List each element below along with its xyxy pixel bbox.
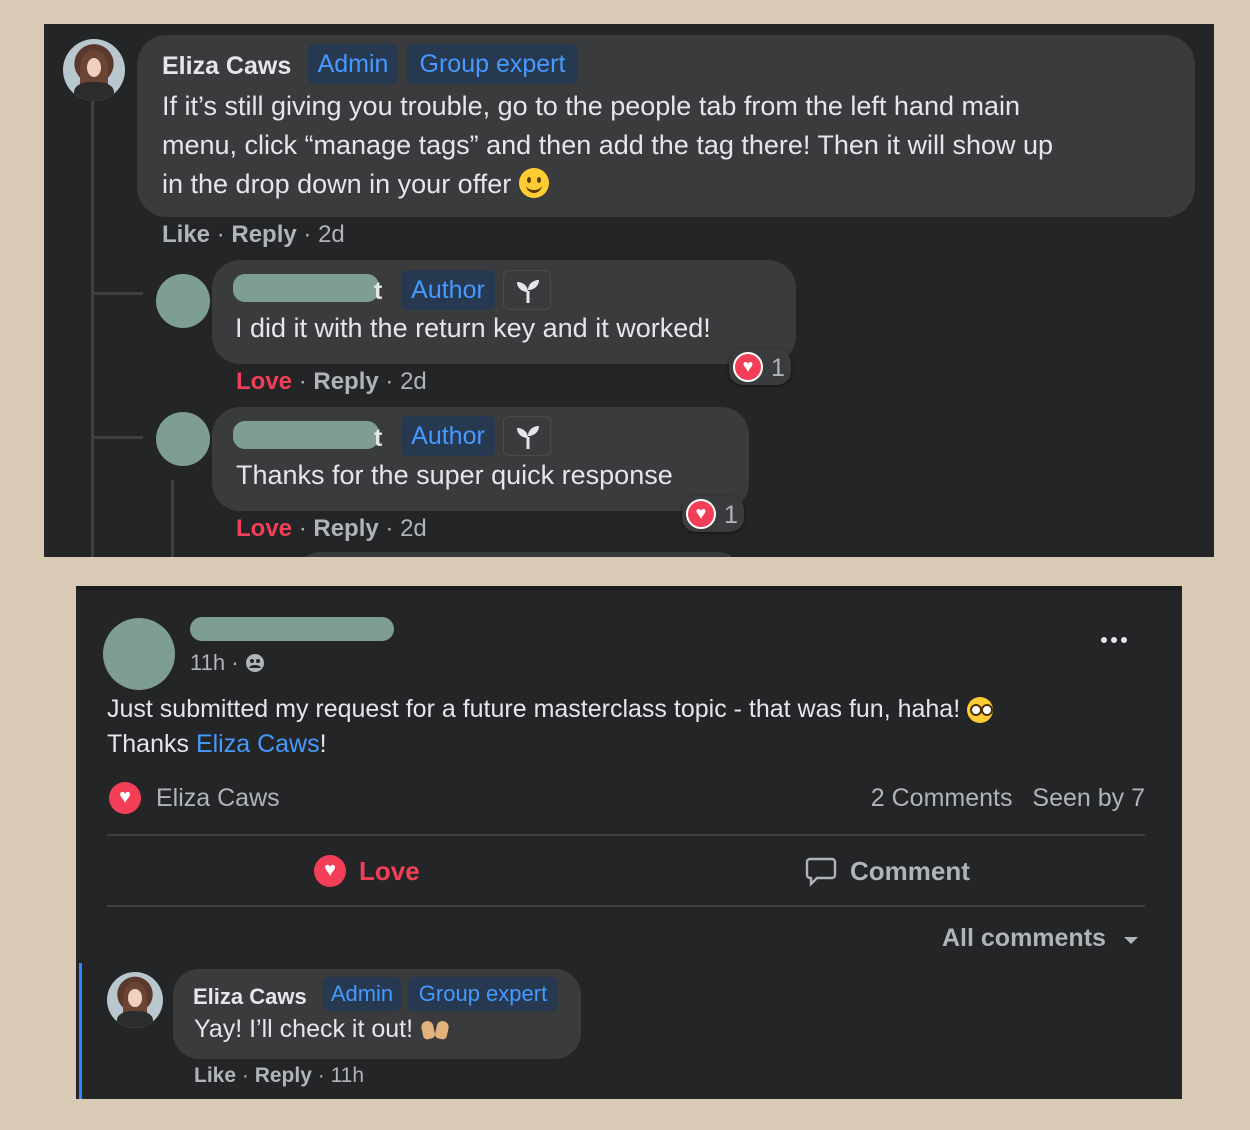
love-reaction-icon [733, 352, 763, 382]
reply-button[interactable]: Reply [313, 368, 378, 395]
reply-button[interactable]: Reply [255, 1064, 312, 1087]
love-action-button[interactable]: Love [312, 852, 462, 892]
reply-bubble: t Author Thanks for the super quick resp… [212, 407, 749, 511]
love-reaction-icon [686, 499, 716, 529]
reply-actions: Love · Reply · 2d [236, 515, 427, 542]
reply-time[interactable]: 2d [400, 368, 427, 395]
avatar[interactable] [156, 274, 210, 328]
reply-bubble: t Author I did it with the return key an… [212, 260, 796, 364]
like-button[interactable]: Like [162, 221, 210, 248]
nerd-face-emoji-icon [967, 697, 994, 723]
comment-actions: Like · Reply · 11h [194, 1064, 365, 1087]
seen-by[interactable]: Seen by 7 [1032, 784, 1145, 812]
sprout-icon [503, 416, 551, 456]
comment-author[interactable]: Eliza Caws [193, 984, 307, 1010]
author-badge: Author [401, 416, 495, 456]
avatar[interactable] [63, 39, 125, 101]
reply-author-suffix[interactable]: t [374, 277, 382, 306]
avatar[interactable] [103, 618, 175, 690]
divider [107, 905, 1145, 907]
love-button[interactable]: Love [236, 515, 292, 542]
mention-link[interactable]: Eliza Caws [196, 730, 320, 758]
group-icon [245, 653, 265, 679]
avatar[interactable] [107, 972, 163, 1028]
group-expert-badge: Group expert [408, 977, 558, 1011]
smile-emoji-icon [518, 168, 549, 198]
admin-badge: Admin [323, 977, 401, 1011]
reply-text: Thanks for the super quick response [236, 460, 673, 490]
raising-hands-emoji-icon [420, 1019, 450, 1041]
comment-time[interactable]: 11h [331, 1064, 364, 1087]
reply-button[interactable]: Reply [231, 221, 296, 248]
new-comment-indicator [79, 963, 82, 1099]
comment-text: Yay! I’ll check it out! [194, 1015, 450, 1044]
more-dots-icon[interactable] [1098, 632, 1130, 648]
reply-time[interactable]: 2d [400, 515, 427, 542]
sprout-icon [503, 270, 551, 310]
reply-actions: Love · Reply · 2d [236, 368, 427, 395]
comments-sort-dropdown[interactable]: All comments [942, 922, 1142, 956]
thread-connector [91, 436, 143, 439]
comments-count[interactable]: 2 Comments [871, 784, 1013, 812]
comment-time[interactable]: 2d [318, 221, 345, 248]
thread-line [91, 100, 94, 557]
reply-author-suffix[interactable]: t [374, 424, 382, 453]
divider [107, 834, 1145, 836]
group-expert-badge: Group expert [407, 44, 578, 84]
comment-icon [805, 855, 837, 892]
comment-action-button[interactable]: Comment [805, 852, 985, 892]
reactor-name[interactable]: Eliza Caws [156, 784, 280, 813]
comment-text: If it’s still giving you trouble, go to … [162, 91, 1054, 199]
reply-text: I did it with the return key and it work… [235, 313, 711, 343]
thread-connector [91, 292, 143, 295]
post-time[interactable]: 11h [190, 650, 225, 675]
reaction-count[interactable]: 1 [682, 496, 744, 532]
post-stats: 2 Comments Seen by 7 [871, 784, 1145, 813]
redacted-name [233, 421, 379, 449]
post-meta: 11h · [190, 650, 265, 679]
reply-button[interactable]: Reply [313, 515, 378, 542]
love-reaction-icon[interactable] [109, 782, 141, 814]
comment-bubble: Eliza Caws Admin Group expert Yay! I’ll … [173, 969, 581, 1059]
love-reaction-icon [314, 855, 346, 887]
reply-bubble-partial [299, 552, 739, 557]
chevron-down-icon [1122, 934, 1140, 952]
author-badge: Author [401, 270, 495, 310]
comment-actions: Like · Reply · 2d [162, 221, 345, 248]
avatar[interactable] [156, 412, 210, 466]
post-panel: 11h · Just submitted my request for a fu… [76, 586, 1182, 1099]
admin-badge: Admin [308, 44, 398, 84]
like-button[interactable]: Like [194, 1064, 236, 1087]
post-text: Just submitted my request for a future m… [107, 692, 994, 762]
redacted-name [233, 274, 379, 302]
comment-thread-panel: Eliza Caws Admin Group expert If it’s st… [44, 24, 1214, 557]
comment-bubble: Eliza Caws Admin Group expert If it’s st… [137, 35, 1195, 217]
thread-line [171, 480, 174, 557]
love-button[interactable]: Love [236, 368, 292, 395]
redacted-name [190, 617, 394, 641]
reaction-count[interactable]: 1 [729, 349, 791, 385]
comment-author[interactable]: Eliza Caws [162, 52, 291, 81]
